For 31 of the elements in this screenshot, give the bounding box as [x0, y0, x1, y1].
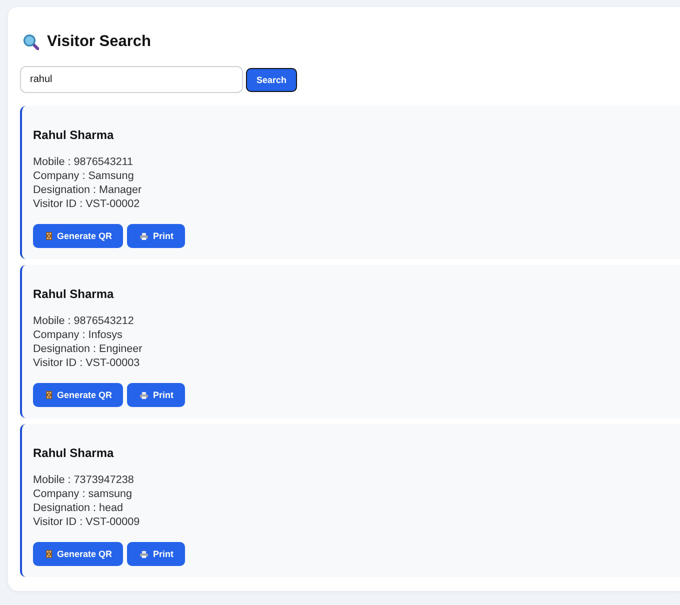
qr-code-icon — [46, 391, 52, 399]
print-button[interactable]: Print — [127, 383, 185, 407]
printer-icon — [140, 392, 148, 398]
qr-code-icon — [46, 232, 52, 240]
generate-qr-button[interactable]: Generate QR — [33, 542, 124, 566]
qr-code-icon — [46, 550, 52, 558]
visitor-name: Rahul Sharma — [33, 446, 114, 460]
generate-qr-button[interactable]: Generate QR — [33, 224, 124, 248]
print-button[interactable]: Print — [127, 542, 185, 566]
print-button[interactable]: Print — [127, 224, 185, 248]
detail-text: Company : samsung — [33, 487, 132, 501]
visitor-name: Rahul Sharma — [33, 128, 114, 142]
detail-text: Mobile : 9876543211 — [33, 155, 134, 169]
detail-text: Company : Samsung — [33, 169, 134, 183]
detail-text: Mobile : 9876543212 — [33, 314, 134, 328]
detail-text: Designation : head — [33, 501, 124, 515]
detail-text: Designation : Engineer — [33, 342, 142, 356]
detail-text: Visitor ID : VST-00002 — [33, 197, 140, 211]
detail-text: Visitor ID : VST-00003 — [33, 356, 140, 370]
printer-icon — [140, 550, 148, 558]
detail-text: Company : Infosys — [33, 328, 122, 342]
search-icon — [23, 34, 39, 50]
printer-icon — [140, 232, 148, 240]
page-title: Visitor Search — [47, 33, 151, 51]
detail-text: Visitor ID : VST-00009 — [33, 515, 140, 529]
generate-qr-button[interactable]: Generate QR — [33, 383, 124, 407]
visitor-name: Rahul Sharma — [33, 287, 114, 301]
search-field[interactable]: rahul — [20, 66, 243, 93]
detail-text: Mobile : 7373947238 — [33, 473, 134, 487]
search-button[interactable]: Search — [246, 68, 297, 92]
detail-text: Designation : Manager — [33, 183, 142, 197]
